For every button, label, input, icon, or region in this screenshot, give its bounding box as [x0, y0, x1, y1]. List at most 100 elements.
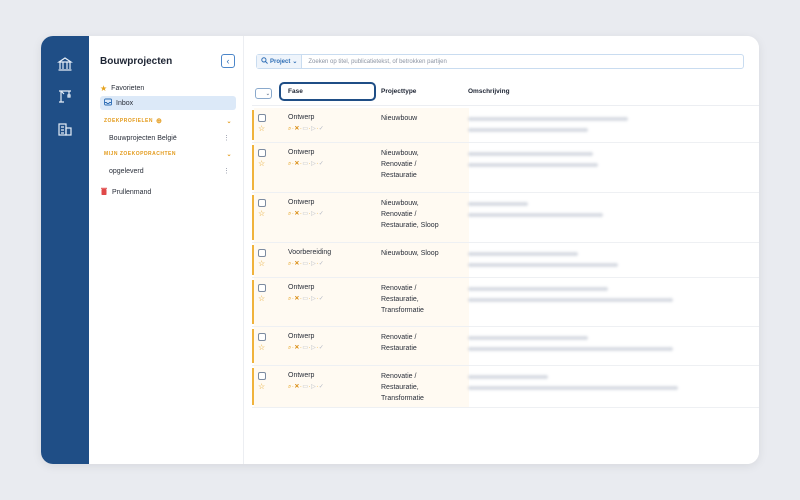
chat-icon: ⌕ [288, 345, 292, 351]
column-header-fase[interactable]: Fase [279, 82, 376, 101]
phase-steps: ⌕·✕·▭·▷·✓ [288, 161, 325, 167]
projecttype-line: Renovatie / [381, 160, 417, 168]
phase-steps: ⌕·✕·▭·▷·✓ [288, 126, 325, 132]
row-checkbox[interactable] [258, 284, 266, 292]
phase-steps: ⌕·✕·▭·▷·✓ [288, 384, 325, 390]
star-icon[interactable]: ☆ [258, 260, 265, 268]
star-icon[interactable]: ☆ [258, 125, 265, 133]
play-icon: ▷ [311, 261, 317, 267]
select-all-checkbox[interactable]: ⌄ [255, 88, 272, 99]
star-icon[interactable]: ☆ [258, 210, 265, 218]
chat-icon: ⌕ [288, 261, 292, 267]
projecttype-line: Transformatie [381, 394, 424, 402]
sidebar-item-trash[interactable]: Prullenmand [100, 185, 236, 199]
check-icon: ✓ [318, 261, 325, 267]
sidebar-item-favorites[interactable]: ★ Favorieten [100, 81, 236, 95]
projecttype-line: Nieuwbouw [381, 115, 418, 122]
star-icon[interactable]: ☆ [258, 383, 265, 391]
play-icon: ▷ [311, 345, 317, 351]
column-header-projecttype[interactable]: Projecttype [381, 88, 416, 95]
phase-label: Ontwerp [288, 199, 315, 206]
row-checkbox[interactable] [258, 149, 266, 157]
table-row[interactable]: ☆ Ontwerp ⌕·✕·▭·▷·✓ Nieuwbouw [252, 108, 759, 143]
projecttype-line: Nieuwbouw, Sloop [381, 250, 439, 257]
sidebar-item-search[interactable]: opgeleverd ⋮ [109, 164, 234, 178]
check-icon: ✓ [318, 384, 325, 390]
description-redacted [468, 152, 593, 156]
search-icon [261, 57, 268, 66]
chat-icon: ⌕ [288, 296, 292, 302]
chevron-down-icon: ⌄ [292, 59, 298, 65]
projecttype-cell: Renovatie / Restauratie, Transformatie [381, 372, 466, 404]
column-header-omschrijving[interactable]: Omschrijving [468, 88, 510, 95]
search-input[interactable]: Zoeken op titel, publicatietekst, of bet… [302, 59, 446, 65]
projecttype-line: Nieuwbouw, [381, 200, 419, 207]
row-checkbox[interactable] [258, 199, 266, 207]
row-status-bar [252, 245, 254, 275]
add-circle-icon[interactable]: ⊕ [156, 117, 162, 125]
my-searches-section-header[interactable]: MIJN ZOEKOPDRACHTEN ⌄ [104, 151, 232, 158]
check-icon: ✓ [318, 296, 325, 302]
crane-icon: ✕ [294, 126, 300, 132]
building-icon[interactable] [57, 56, 73, 72]
description-redacted [468, 298, 673, 302]
table-row[interactable]: ☆ Voorbereiding ⌕·✕·▭·▷·✓ Nieuwbouw, Slo… [252, 243, 759, 278]
chat-icon: ⌕ [288, 161, 292, 167]
description-redacted [468, 336, 588, 340]
row-checkbox[interactable] [258, 372, 266, 380]
document-icon: ▭ [302, 384, 309, 390]
profiles-section-header[interactable]: ZOEKPROFIELEN ⊕ ⌄ [104, 117, 232, 125]
search-scope-select[interactable]: Project ⌄ [257, 55, 303, 68]
description-redacted [468, 202, 528, 206]
row-status-bar [252, 145, 254, 190]
crane-icon: ✕ [294, 161, 300, 167]
phase-label: Ontwerp [288, 372, 315, 379]
description-redacted [468, 287, 608, 291]
chat-icon: ⌕ [288, 126, 292, 132]
row-status-bar [252, 368, 254, 405]
check-icon: ✓ [318, 126, 325, 132]
star-icon: ★ [100, 83, 108, 93]
row-checkbox[interactable] [258, 114, 266, 122]
star-icon[interactable]: ☆ [258, 295, 265, 303]
crane-icon[interactable] [57, 88, 73, 104]
table-row[interactable]: ☆ Ontwerp ⌕·✕·▭·▷·✓ Renovatie / Restaurat… [252, 327, 759, 366]
chevron-down-icon[interactable]: ⌄ [226, 151, 232, 158]
phase-label: Ontwerp [288, 114, 315, 121]
table-row[interactable]: ☆ Ontwerp ⌕·✕·▭·▷·✓ Nieuwbouw, Renovatie … [252, 143, 759, 193]
crane-icon: ✕ [294, 296, 300, 302]
sidebar-item-inbox[interactable]: Inbox [100, 96, 236, 110]
more-options-icon[interactable]: ⋮ [223, 167, 230, 175]
projecttype-line: Nieuwbouw, [381, 150, 419, 157]
app-window: Bouwprojecten ‹ ★ Favorieten Inbox ZOEKP… [41, 36, 759, 464]
office-icon[interactable] [57, 121, 73, 137]
document-icon: ▭ [302, 296, 309, 302]
search-bar[interactable]: Project ⌄ Zoeken op titel, publicatietek… [256, 54, 744, 69]
table-row[interactable]: ☆ Ontwerp ⌕·✕·▭·▷·✓ Nieuwbouw, Renovatie … [252, 193, 759, 243]
sidebar-item-profile[interactable]: Bouwprojecten België ⋮ [109, 131, 234, 145]
crane-icon: ✕ [294, 261, 300, 267]
projecttype-line: Renovatie / [381, 334, 417, 341]
chevron-down-icon[interactable]: ⌄ [226, 118, 232, 125]
sidebar: Bouwprojecten ‹ ★ Favorieten Inbox ZOEKP… [89, 36, 244, 464]
table-row[interactable]: ☆ Ontwerp ⌕·✕·▭·▷·✓ Renovatie / Restaurat… [252, 366, 759, 408]
row-status-bar [252, 110, 254, 140]
phase-label: Voorbereiding [288, 249, 332, 256]
projecttype-cell: Nieuwbouw [381, 114, 466, 125]
phase-steps: ⌕·✕·▭·▷·✓ [288, 296, 325, 302]
row-checkbox[interactable] [258, 249, 266, 257]
projecttype-line: Restauratie, [381, 295, 419, 303]
more-options-icon[interactable]: ⋮ [223, 134, 230, 142]
star-icon[interactable]: ☆ [258, 344, 265, 352]
play-icon: ▷ [311, 126, 317, 132]
table-row[interactable]: ☆ Ontwerp ⌕·✕·▭·▷·✓ Renovatie / Restaurat… [252, 278, 759, 327]
phase-steps: ⌕·✕·▭·▷·✓ [288, 211, 325, 217]
star-icon[interactable]: ☆ [258, 160, 265, 168]
row-checkbox[interactable] [258, 333, 266, 341]
description-redacted [468, 128, 588, 132]
collapse-sidebar-button[interactable]: ‹ [221, 54, 235, 68]
document-icon: ▭ [302, 161, 309, 167]
projecttype-line: Restauratie, [381, 383, 419, 391]
sidebar-item-label: opgeleverd [109, 167, 144, 175]
row-status-bar [252, 280, 254, 324]
